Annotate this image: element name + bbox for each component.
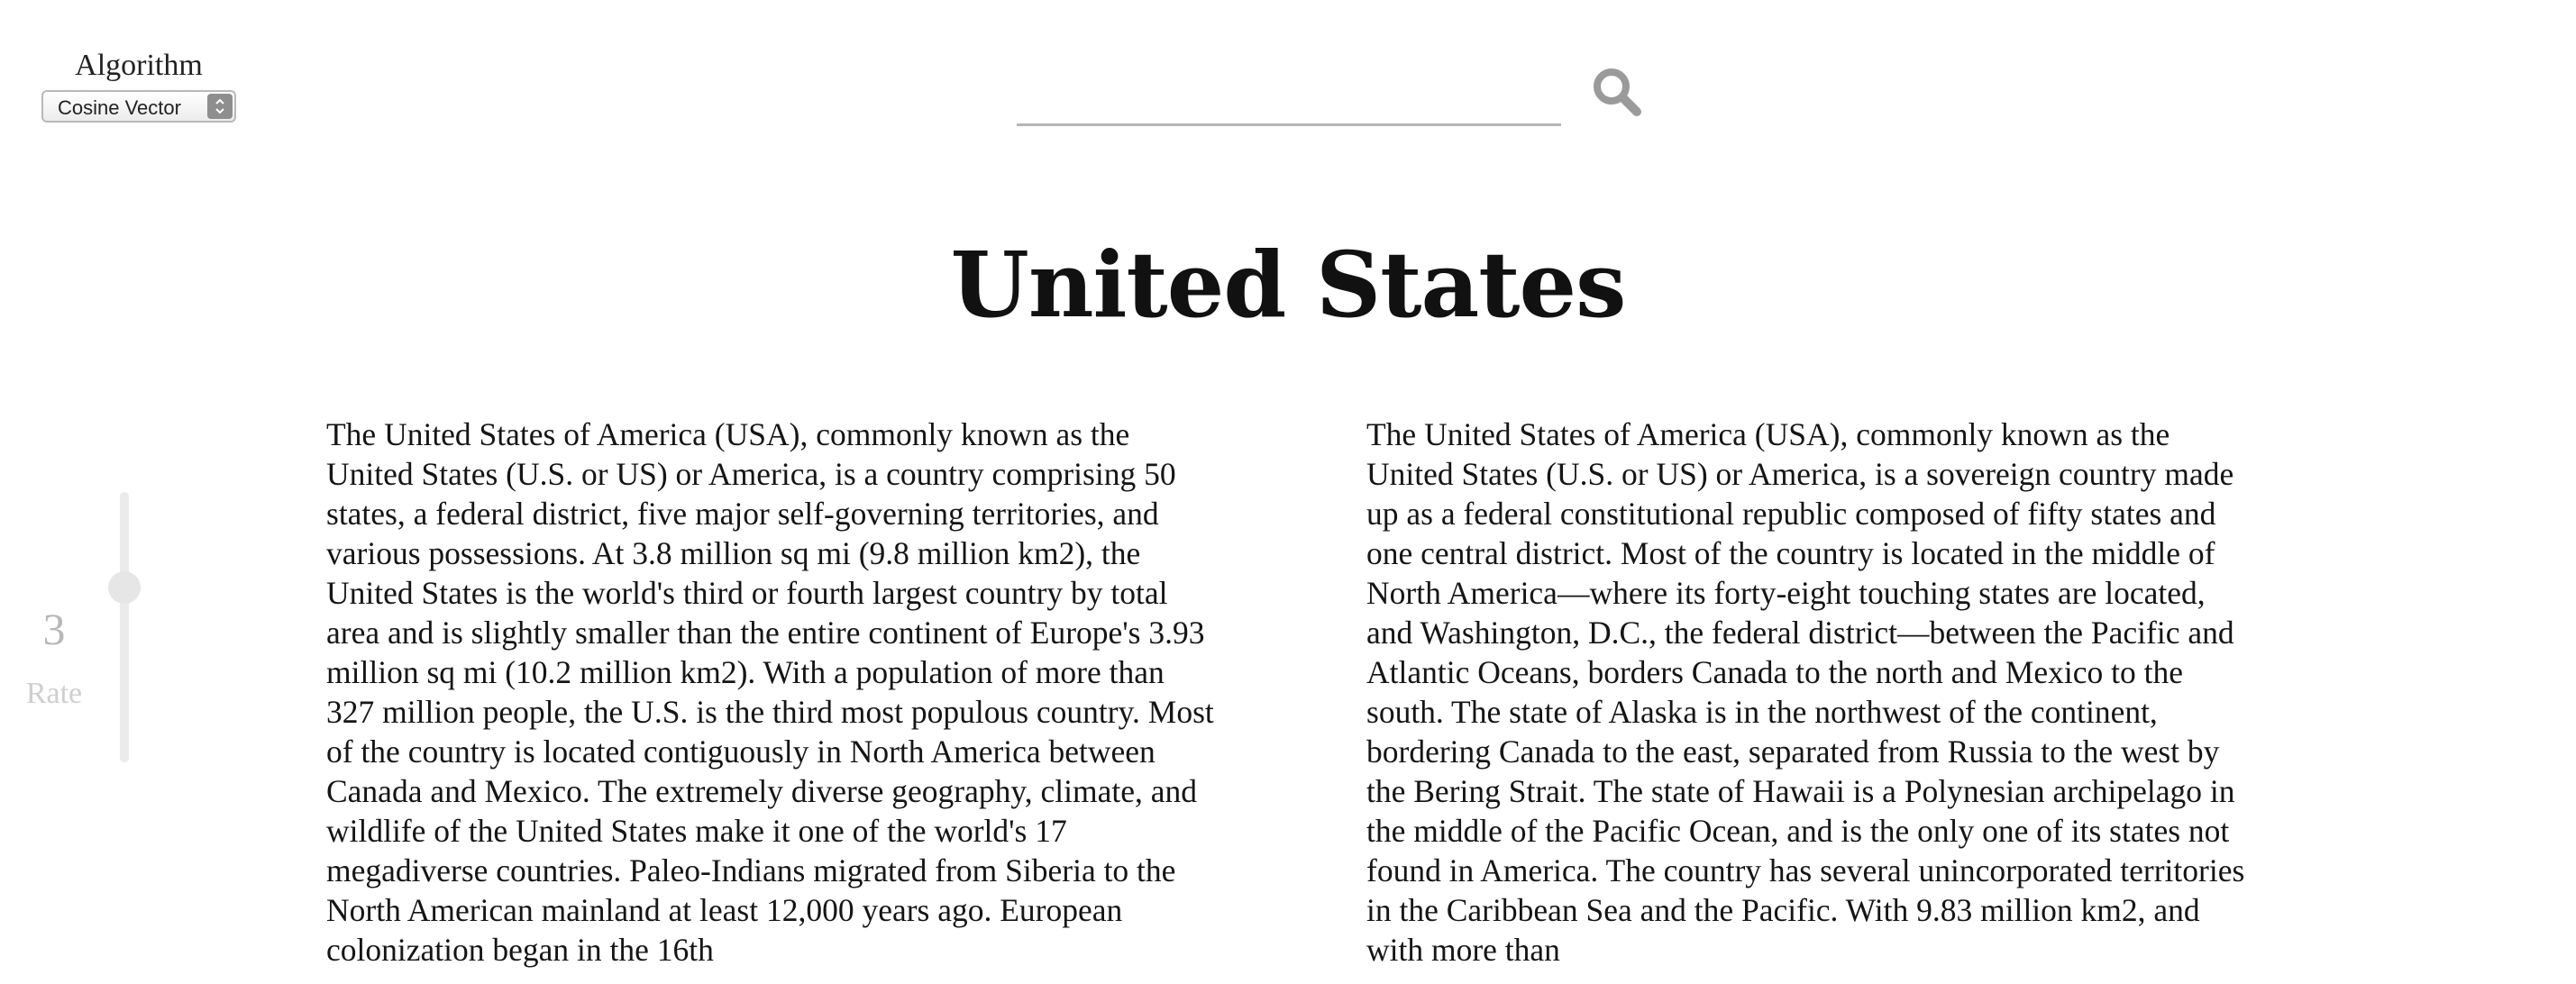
algorithm-select[interactable]: Cosine Vector bbox=[41, 90, 236, 123]
algorithm-selector: Algorithm Cosine Vector bbox=[41, 47, 236, 123]
page-title: United States bbox=[950, 232, 1627, 338]
search-input[interactable] bbox=[1017, 83, 1561, 126]
rate-slider-handle[interactable] bbox=[108, 571, 141, 604]
select-arrows-icon bbox=[207, 94, 233, 119]
algorithm-label: Algorithm bbox=[75, 49, 203, 82]
rate-label: Rate bbox=[25, 677, 83, 710]
search-icon[interactable] bbox=[1590, 65, 1644, 119]
article-text-left: The United States of America (USA), comm… bbox=[326, 416, 1214, 968]
rate-slider-track[interactable] bbox=[120, 492, 129, 762]
rate-value: 3 bbox=[42, 604, 66, 654]
search-bar bbox=[1017, 63, 1561, 139]
algorithm-select-value: Cosine Vector bbox=[58, 96, 181, 119]
article-text-right: The United States of America (USA), comm… bbox=[1366, 416, 2245, 968]
